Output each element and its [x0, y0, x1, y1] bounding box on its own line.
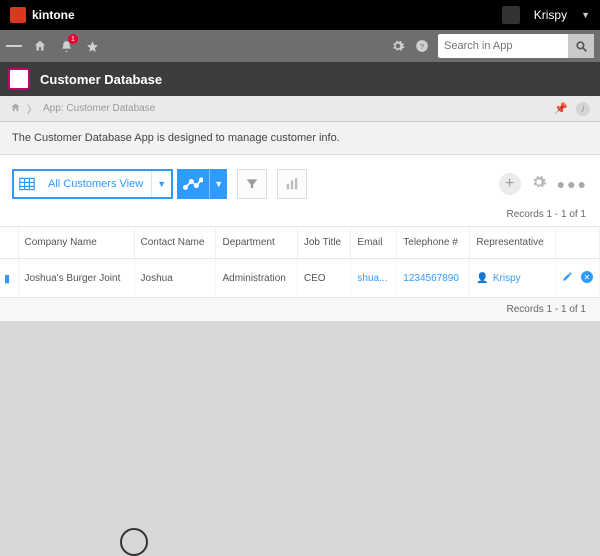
- pin-icon[interactable]: 📌: [554, 102, 568, 115]
- star-icon[interactable]: [84, 38, 100, 54]
- chevron-down-icon[interactable]: ▼: [581, 10, 590, 20]
- col-contact[interactable]: Contact Name: [134, 227, 216, 259]
- records-table: Company Name Contact Name Department Job…: [0, 227, 600, 297]
- breadcrumb-sep: 〉: [27, 101, 37, 116]
- brand-name: kintone: [32, 8, 75, 22]
- table-row[interactable]: ▮ Joshua's Burger Joint Joshua Administr…: [0, 259, 600, 298]
- add-record-button[interactable]: +: [499, 173, 521, 195]
- list-view-icon: [14, 171, 40, 197]
- user-name[interactable]: Krispy: [534, 8, 567, 22]
- cell-phone[interactable]: 1234567890: [397, 259, 470, 298]
- col-company[interactable]: Company Name: [18, 227, 134, 259]
- graph-line-icon: [177, 177, 209, 191]
- info-icon[interactable]: i: [576, 102, 590, 116]
- search-button[interactable]: [568, 34, 594, 58]
- col-jobtitle[interactable]: Job Title: [297, 227, 351, 259]
- cell-company: Joshua's Burger Joint: [18, 259, 134, 298]
- cell-email[interactable]: shua...: [351, 259, 397, 298]
- bar-chart-button[interactable]: [277, 169, 307, 199]
- settings-gear-icon[interactable]: [531, 174, 547, 195]
- delete-row-icon[interactable]: ✕: [581, 271, 593, 283]
- records-count-bottom: Records 1 - 1 of 1: [0, 298, 600, 321]
- view-name: All Customers View: [40, 171, 151, 197]
- user-avatar-icon[interactable]: [502, 6, 520, 24]
- cursor-ring-icon: [120, 528, 148, 556]
- graph-dropdown-icon[interactable]: ▼: [209, 169, 227, 199]
- app-icon: [8, 68, 30, 90]
- notification-icon[interactable]: 1: [58, 38, 74, 54]
- breadcrumb: 〉 App: Customer Database 📌 i: [0, 96, 600, 122]
- col-phone[interactable]: Telephone #: [397, 227, 470, 259]
- search-field[interactable]: [438, 34, 594, 58]
- view-dropdown-icon[interactable]: ▼: [151, 171, 171, 197]
- breadcrumb-item[interactable]: App: Customer Database: [43, 103, 155, 114]
- col-department[interactable]: Department: [216, 227, 297, 259]
- edit-row-icon[interactable]: [562, 271, 573, 285]
- app-title: Customer Database: [40, 72, 162, 87]
- menu-icon[interactable]: [6, 38, 22, 54]
- col-rep[interactable]: Representative: [470, 227, 556, 259]
- record-detail-icon[interactable]: ▮: [4, 273, 10, 285]
- records-count-top: Records 1 - 1 of 1: [0, 205, 600, 226]
- notification-badge: 1: [68, 34, 78, 44]
- search-input[interactable]: [438, 36, 568, 56]
- view-selector[interactable]: All Customers View ▼: [12, 169, 173, 199]
- app-description: The Customer Database App is designed to…: [0, 122, 600, 155]
- cell-title: CEO: [297, 259, 351, 298]
- col-email[interactable]: Email: [351, 227, 397, 259]
- svg-text:?: ?: [420, 42, 424, 51]
- graph-button[interactable]: ▼: [177, 169, 227, 199]
- brand-logo-icon: [10, 7, 26, 23]
- more-options-icon[interactable]: ●●●: [557, 176, 588, 192]
- empty-area: [0, 321, 600, 551]
- cell-rep[interactable]: Krispy: [493, 273, 521, 284]
- home-icon[interactable]: [32, 38, 48, 54]
- cell-contact: Joshua: [134, 259, 216, 298]
- person-icon: 👤: [476, 273, 488, 284]
- breadcrumb-home-icon[interactable]: [10, 102, 21, 116]
- cell-department: Administration: [216, 259, 297, 298]
- filter-button[interactable]: [237, 169, 267, 199]
- gear-icon[interactable]: [390, 38, 406, 54]
- help-icon[interactable]: ?: [414, 38, 430, 54]
